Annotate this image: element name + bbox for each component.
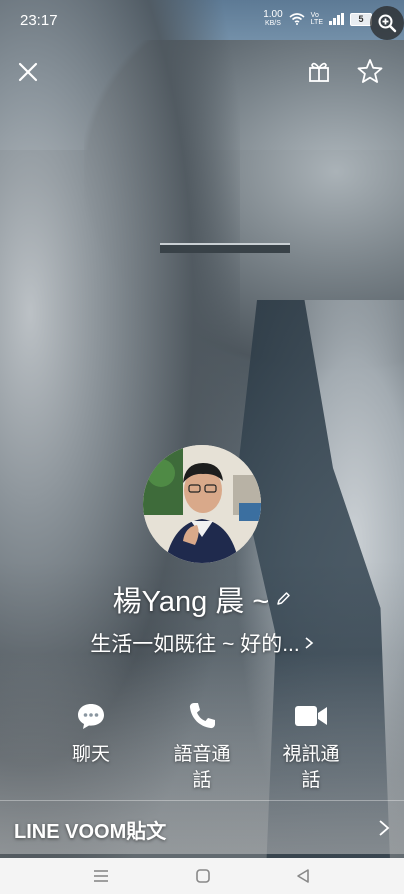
status-message: 生活一如既往 ~ 好的...	[90, 633, 300, 656]
chevron-right-icon	[379, 820, 390, 836]
system-nav-bar	[0, 858, 404, 894]
volte-icon: Vo LTE	[310, 12, 323, 26]
voice-call-label: 語音通 話	[173, 744, 231, 791]
profile-name-row[interactable]: 楊Yang 晨 ~	[0, 578, 404, 620]
avatar[interactable]	[143, 445, 261, 563]
video-call-label: 視訊通 話	[282, 744, 340, 791]
status-message-row[interactable]: 生活一如既往 ~ 好的...	[0, 628, 404, 658]
star-icon[interactable]	[355, 56, 385, 86]
battery-icon: 5	[350, 12, 372, 26]
close-icon[interactable]	[14, 58, 42, 86]
chevron-right-icon	[305, 637, 313, 649]
back-icon[interactable]	[294, 867, 312, 885]
network-speed: 1.00 KB/S	[263, 9, 283, 28]
status-bar: 23:17 1.00 KB/S Vo LTE 5	[0, 0, 404, 42]
voom-posts-bar[interactable]: LINE VOOM貼文	[0, 800, 404, 858]
voice-call-button[interactable]: 語音通 話	[151, 698, 253, 794]
home-icon[interactable]	[194, 867, 212, 885]
chat-button[interactable]: 聊天	[41, 698, 141, 768]
status-indicators: 1.00 KB/S Vo LTE 5	[263, 10, 372, 28]
voom-title: LINE VOOM貼文	[14, 821, 167, 843]
pencil-icon[interactable]	[275, 591, 291, 607]
gift-icon[interactable]	[305, 58, 333, 86]
phone-icon	[189, 703, 215, 729]
profile-name: 楊Yang 晨 ~	[112, 586, 270, 618]
video-icon	[295, 706, 327, 726]
wifi-icon	[289, 13, 305, 25]
cover-bridge	[160, 243, 290, 253]
zoom-in-icon[interactable]	[370, 6, 404, 40]
chat-label: 聊天	[71, 744, 110, 765]
status-time: 23:17	[20, 12, 58, 29]
chat-icon	[78, 704, 104, 729]
video-call-button[interactable]: 視訊通 話	[262, 698, 360, 794]
signal-icon	[329, 13, 344, 25]
menu-icon[interactable]	[92, 867, 110, 885]
